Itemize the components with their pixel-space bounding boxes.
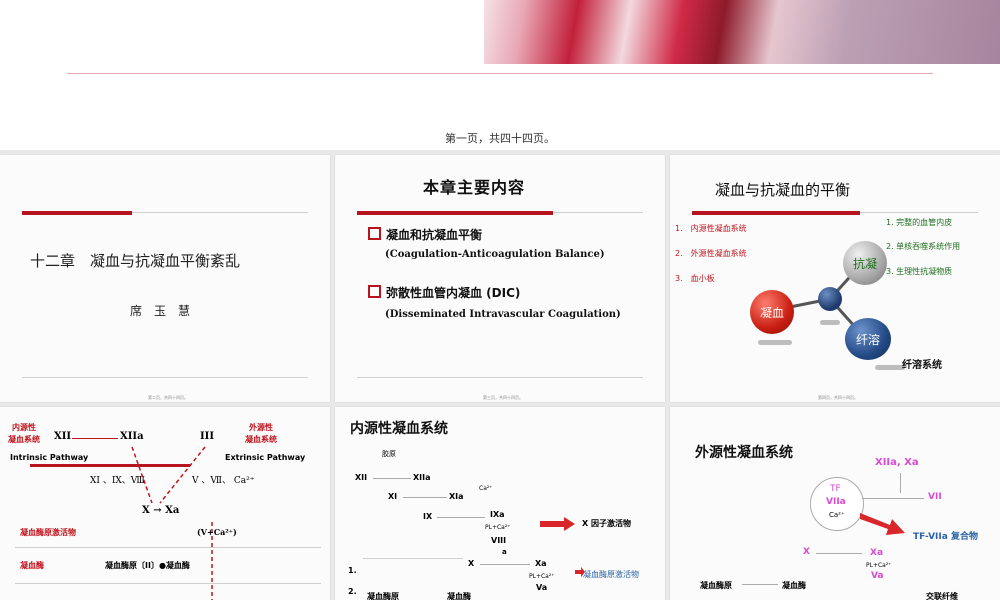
row-line [15, 583, 321, 584]
chapter-title: 十二章 凝血与抗凝血平衡紊乱 [30, 252, 241, 270]
activator-label: 凝血酶原激活物 [20, 528, 76, 537]
fibrinolysis-ball: 纤溶 [845, 318, 891, 360]
item-1: 凝血和抗凝血平衡 [368, 226, 482, 243]
factor-viii-a: a [502, 548, 507, 556]
arrow-line [480, 564, 530, 565]
slide-footer: 第四页，共四十四页。 [818, 395, 858, 400]
slide-thumbnail-4[interactable]: 凝血与抗凝血的平衡 1. 内源性凝血系统 2. 外源性凝血系统 3. 血小板 1… [670, 155, 1000, 402]
complex-label: TF-VIIa 复合物 [913, 532, 978, 542]
red-arrow-icon [540, 517, 575, 531]
arrow-line [742, 584, 778, 585]
item-1-cn: 凝血和抗凝血平衡 [386, 228, 483, 242]
factor-xa: Xa [535, 559, 547, 568]
factor-x: X [803, 547, 810, 557]
pl-ca-label: PL+Ca²⁺ [485, 524, 511, 531]
row-line [363, 558, 463, 559]
bullet-square-icon [368, 285, 381, 298]
xiia-xa-label: XIIa, Xa [875, 457, 919, 468]
item-2: 弥散性血管内凝血 (DIC) [368, 284, 520, 301]
title-line [553, 212, 643, 213]
author: 席 玉 慧 [130, 304, 191, 318]
item-1-en: (Coagulation-Anticoagulation Balance) [385, 249, 605, 260]
row-line [15, 547, 321, 548]
fibrinolysis-label: 纤溶系统 [902, 360, 942, 371]
flower-photo [484, 0, 1000, 64]
coagulation-ball: 凝血 [750, 290, 794, 334]
factor-ixa: IXa [490, 510, 505, 519]
prothrombin: 凝血酶原 [367, 592, 399, 600]
page-note: 第一页，共四十四页。 [445, 132, 555, 145]
factor-xi: XI [388, 492, 398, 501]
bullet-square-icon [368, 227, 381, 240]
slide-footer: 第二页，共四十四页。 [148, 395, 188, 400]
x-to-xa: X → Xa [142, 505, 180, 516]
factor-x: X [468, 559, 475, 568]
thrombin-label: 凝血酶 [20, 561, 44, 570]
prothrombin-conversion: 凝血酶原〔II〕●凝血酶 [105, 561, 190, 570]
factor-va: Va [536, 583, 548, 592]
factor-xiia: XIIa [413, 473, 431, 482]
step-2: 2. [348, 587, 357, 596]
x-activator-label: X 因子激活物 [582, 519, 631, 528]
prothrombin: 凝血酶原 [700, 581, 732, 590]
first-slide-area: 第一页，共四十四页。 [0, 0, 1000, 150]
factor-ix: IX [423, 512, 433, 521]
pathway-arrows [131, 446, 213, 600]
slide-thumbnail-5[interactable]: 内源性 凝血系统 外源性 凝血系统 XII XIIa III Intrinsic… [0, 407, 330, 600]
factor-xii: XII [355, 473, 368, 482]
vii-label: VII [928, 492, 942, 502]
factor-xia: XIa [449, 492, 464, 501]
item-2-cn: 弥散性血管内凝血 (DIC) [386, 286, 521, 300]
item-2-en: (Disseminated Intravascular Coagulation) [385, 309, 621, 320]
center-ball [818, 287, 842, 311]
crosslink-label: 交联纤维 [926, 592, 958, 600]
ball-shadow [758, 340, 792, 345]
thrombin: 凝血酶 [782, 581, 806, 590]
factor-xa: Xa [870, 548, 884, 558]
red-arrow-icon [860, 513, 905, 535]
title-line [132, 212, 308, 213]
pl-ca2-label: PL+Ca²⁺ [529, 573, 555, 580]
collagen: 胶原 [382, 450, 396, 458]
footer-line [22, 377, 308, 378]
viia-label: VIIa [826, 497, 846, 507]
pl-ca-label: PL+Ca²⁺ [866, 562, 892, 569]
arrow-line [403, 497, 447, 498]
ca-label: Ca²⁺ [479, 485, 493, 492]
arrow-line [862, 498, 924, 499]
arrow-line [900, 473, 901, 493]
thrombin: 凝血酶 [447, 592, 471, 600]
footer-line [357, 377, 643, 378]
title-bar [22, 211, 132, 215]
divider-line [67, 73, 933, 74]
slide-thumbnail-3[interactable]: 本章主要内容 凝血和抗凝血平衡 (Coagulation-Anticoagula… [335, 155, 665, 402]
factor-viii: VIII [491, 536, 507, 545]
ca-label: Ca²⁺ [829, 511, 845, 519]
balance-connectors [769, 258, 867, 340]
arrow-line [437, 517, 485, 518]
slide-thumbnail-7[interactable]: 外源性凝血系统 XIIa, Xa TF VIIa Ca²⁺ VII TF-VII… [670, 407, 1000, 600]
slide-thumbnail-2[interactable]: 十二章 凝血与抗凝血平衡紊乱 席 玉 慧 第二页，共四十四页。 [0, 155, 330, 402]
slide-title: 内源性凝血系统 [350, 421, 448, 437]
arrow-line [816, 553, 862, 554]
anticoagulation-ball: 抗凝 [843, 241, 887, 285]
slide-footer: 第三页，共四十四页。 [483, 395, 523, 400]
activator-label: 凝血酶原激活物 [583, 570, 639, 579]
v-ca: (V+Ca²⁺) [197, 527, 237, 537]
title-bar [357, 211, 553, 215]
slide-title: 本章主要内容 [423, 178, 526, 197]
step-1: 1. [348, 566, 357, 575]
factor-va: Va [871, 571, 884, 581]
ball-shadow [875, 365, 905, 370]
arrow-line [373, 478, 411, 479]
slide-title: 外源性凝血系统 [695, 445, 793, 461]
tf-label: TF [830, 484, 841, 494]
slide-thumbnail-6[interactable]: 内源性凝血系统 胶原 XII XIIa Ca²⁺ XI XIa IX IXa P… [335, 407, 665, 600]
ball-shadow [820, 320, 840, 325]
